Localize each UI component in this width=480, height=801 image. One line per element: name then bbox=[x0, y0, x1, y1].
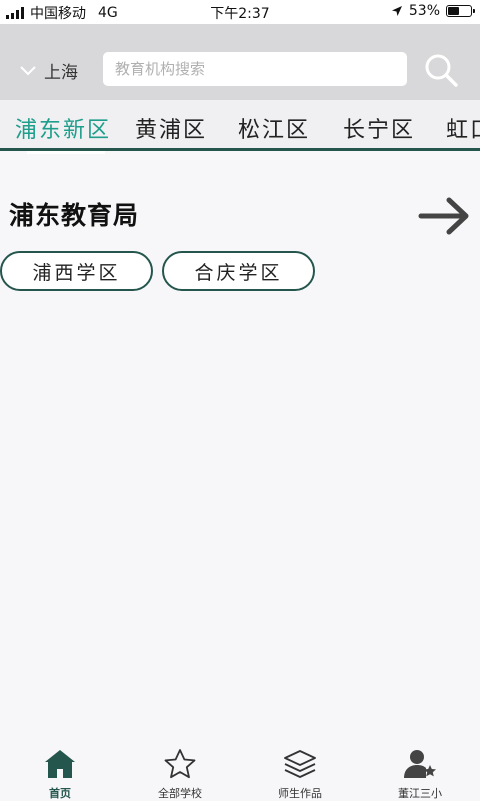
section-title: 浦东教育局 bbox=[9, 201, 140, 230]
layers-icon bbox=[284, 750, 316, 778]
nav-school-profile-label: 董江三小 bbox=[398, 787, 442, 800]
arrow-right-icon[interactable] bbox=[418, 194, 472, 238]
chip-heqing[interactable]: 合庆学区 bbox=[162, 251, 315, 291]
status-right: 53% bbox=[391, 3, 475, 19]
chip-puxi[interactable]: 浦西学区 bbox=[0, 251, 153, 291]
active-tab-indicator bbox=[27, 151, 105, 154]
home-icon bbox=[45, 750, 75, 778]
nav-works[interactable]: 师生作品 bbox=[240, 740, 360, 800]
header: 上海 bbox=[0, 24, 480, 100]
nav-school-profile[interactable]: 董江三小 bbox=[360, 740, 480, 800]
user-star-icon bbox=[404, 750, 436, 778]
star-icon bbox=[164, 749, 196, 779]
bottom-nav: 首页 全部学校 师生作品 董江三小 bbox=[0, 740, 480, 800]
status-bar: 中国移动 4G 下午2:37 53% bbox=[0, 0, 480, 24]
nav-works-label: 师生作品 bbox=[278, 787, 322, 800]
area-chips: 浦西学区 合庆学区 bbox=[0, 251, 315, 291]
nav-home-label: 首页 bbox=[49, 787, 71, 800]
search-input[interactable] bbox=[103, 52, 407, 86]
tab-songjiang[interactable]: 松江区 bbox=[238, 112, 310, 144]
tab-hongkou[interactable]: 虹口区 bbox=[446, 112, 480, 144]
battery-icon bbox=[446, 5, 475, 17]
location-arrow-icon bbox=[391, 6, 402, 16]
tab-huangpu[interactable]: 黄浦区 bbox=[135, 112, 207, 144]
nav-home[interactable]: 首页 bbox=[0, 740, 120, 800]
nav-all-schools-label: 全部学校 bbox=[158, 787, 202, 800]
tab-pudong[interactable]: 浦东新区 bbox=[15, 112, 111, 144]
search-icon[interactable] bbox=[422, 51, 460, 89]
chevron-down-icon bbox=[20, 65, 36, 75]
nav-all-schools[interactable]: 全部学校 bbox=[120, 740, 240, 800]
city-label: 上海 bbox=[44, 63, 78, 83]
tab-changning[interactable]: 长宁区 bbox=[343, 112, 415, 144]
city-selector[interactable]: 上海 bbox=[20, 58, 78, 83]
district-tabs: 浦东新区 黄浦区 松江区 长宁区 虹口区 bbox=[0, 100, 480, 150]
battery-percent: 53% bbox=[408, 3, 440, 19]
